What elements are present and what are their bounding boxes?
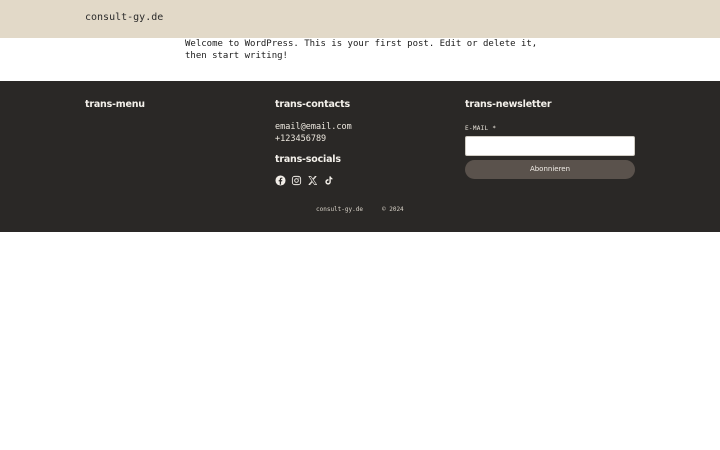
social-icons bbox=[275, 175, 334, 187]
menu-heading: trans-menu bbox=[85, 99, 145, 110]
instagram-icon[interactable] bbox=[291, 175, 302, 186]
tiktok-icon[interactable] bbox=[323, 175, 334, 186]
contact-phone: +123456789 bbox=[275, 134, 327, 144]
x-icon[interactable] bbox=[307, 175, 318, 186]
footer-copyright: © 2024 bbox=[382, 206, 404, 213]
contacts-heading: trans-contacts bbox=[275, 99, 350, 110]
post-text: Welcome to WordPress. This is your first… bbox=[185, 39, 538, 61]
newsletter-heading: trans-newsletter bbox=[465, 99, 552, 110]
site-title-link[interactable]: consult-gy.de bbox=[85, 12, 163, 23]
email-label: E-MAIL * bbox=[465, 125, 497, 132]
contact-email: email@email.com bbox=[275, 122, 352, 132]
site-footer: trans-menu trans-contacts email@email.co… bbox=[0, 81, 720, 232]
socials-heading: trans-socials bbox=[275, 154, 341, 165]
site-header: consult-gy.de bbox=[0, 0, 720, 38]
facebook-icon[interactable] bbox=[275, 175, 286, 186]
post-content-area: Welcome to WordPress. This is your first… bbox=[185, 38, 545, 81]
footer-site-name: consult-gy.de bbox=[316, 206, 363, 213]
subscribe-button[interactable]: Abonnieren bbox=[465, 160, 635, 179]
newsletter-email-input[interactable] bbox=[465, 136, 635, 156]
